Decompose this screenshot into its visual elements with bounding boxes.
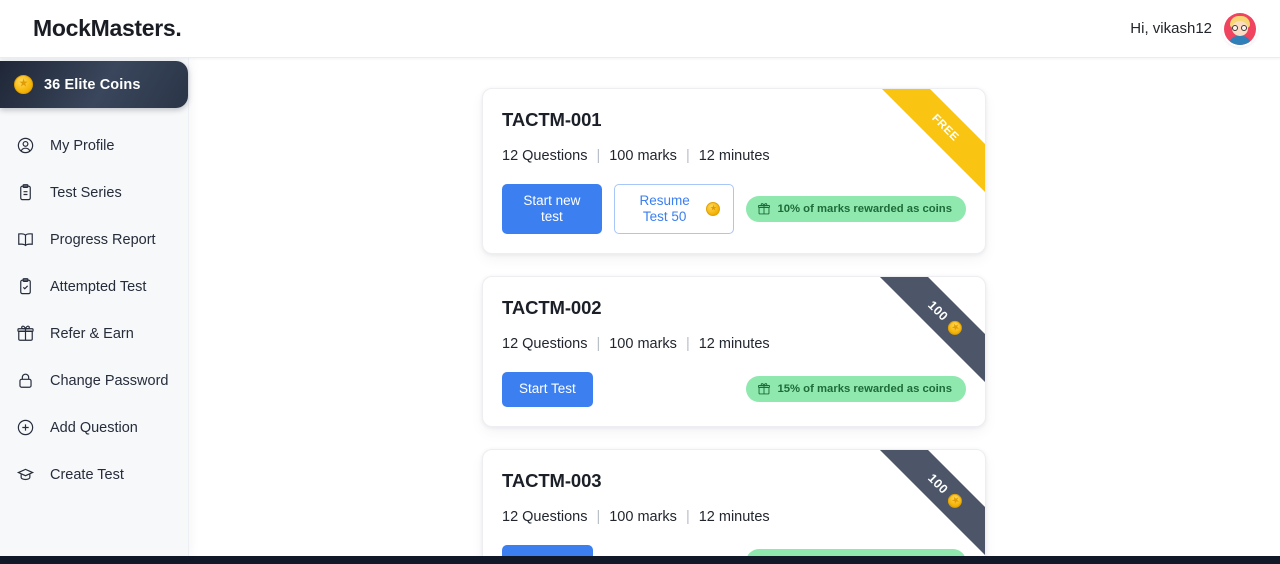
duration: 12 minutes [698, 336, 770, 353]
sidebar-item-change-password[interactable]: Change Password [0, 357, 188, 404]
start-test-button[interactable]: Start Test [502, 544, 593, 556]
test-card-actions: Start Test 15% of marks rewarded as coin… [502, 372, 966, 407]
questions-count: 12 Questions [502, 148, 588, 164]
reward-label: 15% of marks rewarded as coins [777, 383, 952, 396]
sidebar-item-label: My Profile [50, 137, 115, 154]
sidebar-item-attempted-test[interactable]: Attempted Test [0, 263, 188, 310]
marks-total: 100 marks [609, 508, 677, 525]
reward-badge: 10% of marks rewarded as coins [746, 196, 966, 223]
resume-test-label: Resume Test 50 [639, 193, 690, 225]
user-area[interactable]: Hi, vikash12 [1130, 12, 1256, 45]
greeting-text: Hi, vikash12 [1130, 20, 1212, 37]
sidebar-item-create-test[interactable]: Create Test [0, 451, 188, 498]
meta-separator: | [596, 336, 601, 353]
gift-icon [15, 324, 35, 344]
test-card: 100 TACTM-003 12 Questions | 100 marks |… [482, 448, 986, 556]
test-card-title: TACTM-003 [502, 469, 602, 491]
sidebar-item-label: Create Test [50, 466, 124, 483]
bottom-bar [0, 556, 1280, 564]
meta-separator: | [685, 336, 690, 353]
meta-separator: | [596, 508, 601, 525]
user-circle-icon [15, 136, 35, 156]
test-card-title: TACTM-002 [502, 297, 602, 319]
sidebar-item-label: Add Question [50, 419, 138, 436]
coin-icon [14, 75, 33, 94]
reward-label: 10% of marks rewarded as coins [777, 203, 952, 216]
questions-count: 12 Questions [502, 336, 588, 353]
sidebar-item-label: Progress Report [50, 231, 156, 248]
plus-circle-icon [15, 418, 35, 438]
sidebar-nav: My Profile Test Series Progress Report A… [0, 122, 188, 498]
test-card: FREE TACTM-001 12 Questions | 100 marks … [482, 88, 986, 255]
test-card-actions: Start new test Resume Test 50 10% of mar… [502, 184, 966, 235]
resume-test-button[interactable]: Resume Test 50 [613, 184, 735, 235]
meta-separator: | [685, 508, 690, 525]
test-card-meta: 12 Questions | 100 marks | 12 minutes [502, 336, 966, 352]
test-card-meta: 12 Questions | 100 marks | 12 minutes [502, 148, 966, 164]
coin-icon [945, 318, 965, 339]
graduation-cap-icon [15, 465, 35, 485]
sidebar-item-progress-report[interactable]: Progress Report [0, 216, 188, 263]
sidebar-item-label: Test Series [50, 184, 122, 201]
elite-coins-label: 36 Elite Coins [44, 76, 141, 93]
sidebar-item-add-question[interactable]: Add Question [0, 404, 188, 451]
elite-coins-pill[interactable]: 36 Elite Coins [0, 61, 188, 108]
coin-icon [945, 490, 965, 511]
sidebar: 36 Elite Coins My Profile Test Series Pr [0, 58, 188, 556]
start-new-test-button[interactable]: Start new test [502, 184, 602, 235]
meta-separator: | [596, 148, 601, 164]
reward-badge: 15% of marks rewarded as coins [746, 548, 966, 556]
marks-total: 100 marks [609, 336, 677, 353]
test-card-list: FREE TACTM-001 12 Questions | 100 marks … [188, 58, 1280, 556]
corner-ribbon-price: 100 [865, 449, 985, 556]
test-card-actions: Start Test 15% of marks rewarded as coin… [502, 544, 966, 556]
reward-badge: 15% of marks rewarded as coins [746, 376, 966, 403]
sidebar-item-label: Refer & Earn [50, 325, 134, 342]
gift-icon [758, 203, 771, 215]
brand-logo[interactable]: MockMasters. [33, 15, 182, 42]
duration: 12 minutes [698, 148, 770, 164]
app-root: MockMasters. Hi, vikash12 36 Elite Coins [0, 0, 1280, 564]
test-card: 100 TACTM-002 12 Questions | 100 marks |… [482, 276, 986, 427]
meta-separator: | [685, 148, 690, 164]
clipboard-list-icon [15, 183, 35, 203]
book-open-icon [15, 230, 35, 250]
app-header: MockMasters. Hi, vikash12 [0, 0, 1280, 58]
gift-icon [758, 383, 771, 395]
sidebar-item-label: Attempted Test [50, 278, 147, 295]
test-card-title: TACTM-001 [502, 109, 602, 130]
start-test-button[interactable]: Start Test [502, 372, 593, 407]
sidebar-item-refer-and-earn[interactable]: Refer & Earn [0, 310, 188, 357]
coin-icon [706, 202, 721, 217]
sidebar-item-test-series[interactable]: Test Series [0, 169, 188, 216]
main-content: FREE TACTM-001 12 Questions | 100 marks … [188, 58, 1280, 556]
lock-icon [15, 371, 35, 391]
questions-count: 12 Questions [502, 508, 588, 525]
marks-total: 100 marks [609, 148, 677, 164]
user-avatar-icon[interactable] [1224, 12, 1256, 45]
sidebar-item-my-profile[interactable]: My Profile [0, 122, 188, 169]
sidebar-item-label: Change Password [50, 372, 169, 389]
test-card-meta: 12 Questions | 100 marks | 12 minutes [502, 509, 966, 525]
duration: 12 minutes [698, 508, 770, 525]
clipboard-check-icon [15, 277, 35, 297]
